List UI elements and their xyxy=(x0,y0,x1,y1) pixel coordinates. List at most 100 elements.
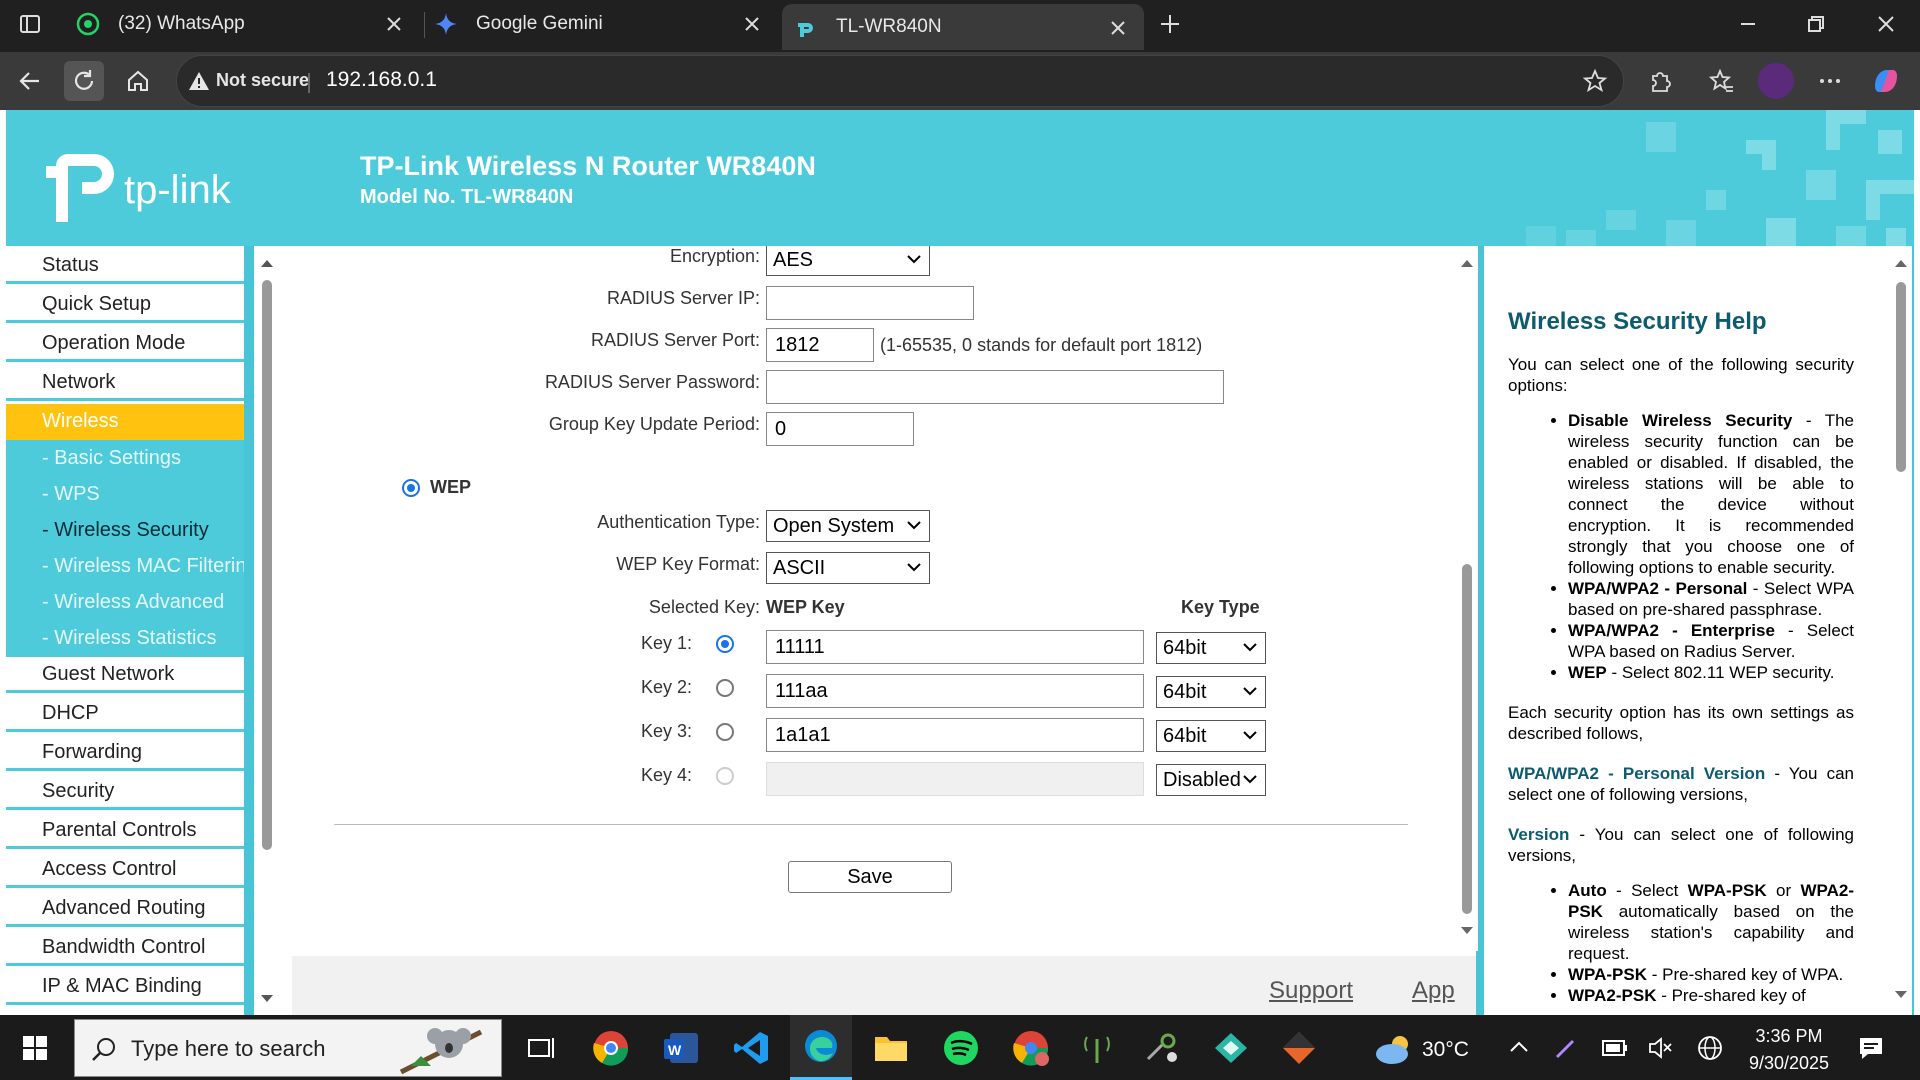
key-3-input[interactable]: 1a1a1 xyxy=(766,718,1144,752)
home-button[interactable] xyxy=(118,61,158,101)
nav-item-operation-mode[interactable]: Operation Mode xyxy=(6,326,244,362)
key-format-select[interactable]: ASCII xyxy=(766,552,930,584)
edge-icon[interactable] xyxy=(790,1015,852,1080)
url-text[interactable]: 192.168.0.1 xyxy=(326,68,437,92)
word-icon[interactable]: W xyxy=(650,1015,712,1080)
scroll-up-arrow-icon[interactable] xyxy=(1460,258,1474,268)
nav-item-status[interactable]: Status xyxy=(6,248,244,284)
restore-button[interactable] xyxy=(1796,4,1836,44)
battery-icon[interactable] xyxy=(1602,1038,1628,1058)
favorite-star-icon[interactable] xyxy=(1575,61,1615,101)
key-4-radio[interactable] xyxy=(716,767,734,785)
more-menu-icon[interactable] xyxy=(1810,61,1850,101)
scrollbar-thumb[interactable] xyxy=(1896,282,1906,472)
copilot-icon[interactable] xyxy=(1866,61,1906,101)
key-2-radio[interactable] xyxy=(716,679,734,697)
chrome-icon[interactable] xyxy=(580,1015,642,1080)
key-1-input[interactable]: 11111 xyxy=(766,630,1144,664)
security-label[interactable]: Not secure xyxy=(216,70,309,91)
wep-radio[interactable] xyxy=(402,479,420,497)
scroll-up-arrow-icon[interactable] xyxy=(260,258,274,268)
help-scrollbar[interactable] xyxy=(1890,246,1912,1015)
profile-avatar[interactable] xyxy=(1758,63,1794,99)
volume-muted-icon[interactable] xyxy=(1648,1036,1674,1060)
encryption-select[interactable]: AES xyxy=(766,246,930,276)
settings-tool-icon[interactable] xyxy=(1132,1015,1194,1080)
radius-port-input[interactable]: 1812 xyxy=(766,328,874,362)
key-3-type-select[interactable]: 64bit xyxy=(1156,720,1266,752)
radius-password-input[interactable] xyxy=(766,370,1224,404)
weather-temp[interactable]: 30°C xyxy=(1422,1038,1469,1062)
warning-icon[interactable] xyxy=(188,70,210,92)
app-orange-icon[interactable] xyxy=(1268,1015,1330,1080)
scroll-up-arrow-icon[interactable] xyxy=(1894,258,1908,268)
tray-chevron-up-icon[interactable] xyxy=(1508,1036,1530,1058)
notification-icon[interactable] xyxy=(1858,1035,1884,1061)
key-4-input[interactable] xyxy=(766,762,1144,796)
clock-time[interactable]: 3:36 PM xyxy=(1744,1026,1834,1047)
key-2-type-select[interactable]: 64bit xyxy=(1156,676,1266,708)
nav-sub-wps[interactable]: - WPS xyxy=(6,476,244,512)
nav-item-network[interactable]: Network xyxy=(6,365,244,401)
nav-item-ip-mac-binding[interactable]: IP & MAC Binding xyxy=(6,969,244,1005)
key-2-input[interactable]: 111aa xyxy=(766,674,1144,708)
nav-item-bandwidth-control[interactable]: Bandwidth Control xyxy=(6,930,244,966)
back-button[interactable] xyxy=(10,61,50,101)
windows-start-icon[interactable] xyxy=(4,1015,66,1080)
radius-ip-input[interactable] xyxy=(766,286,974,320)
nav-item-advanced-routing[interactable]: Advanced Routing xyxy=(6,891,244,927)
new-tab-button[interactable] xyxy=(1150,4,1190,44)
minimize-button[interactable] xyxy=(1728,4,1768,44)
close-tab-icon[interactable] xyxy=(382,12,406,36)
content-scrollbar[interactable] xyxy=(1456,246,1478,951)
nav-item-parental-controls[interactable]: Parental Controls xyxy=(6,813,244,849)
refresh-button[interactable] xyxy=(64,61,104,101)
close-tab-icon[interactable] xyxy=(1106,16,1130,40)
favorites-icon[interactable] xyxy=(1702,61,1742,101)
app-diamond-icon[interactable] xyxy=(1200,1015,1262,1080)
nav-item-quick-setup[interactable]: Quick Setup xyxy=(6,287,244,323)
support-link[interactable]: Support xyxy=(1269,977,1353,1005)
nav-sub-basic-settings[interactable]: - Basic Settings xyxy=(6,440,244,476)
chrome-profile-icon[interactable] xyxy=(1000,1015,1062,1080)
scroll-down-arrow-icon[interactable] xyxy=(260,994,274,1004)
nav-item-dhcp[interactable]: DHCP xyxy=(6,696,244,732)
tab-gemini[interactable]: Google Gemini xyxy=(434,0,778,48)
scrollbar-thumb[interactable] xyxy=(1462,564,1472,914)
nav-item-guest-network[interactable]: Guest Network xyxy=(6,657,244,693)
task-view-icon[interactable] xyxy=(510,1015,572,1080)
key-1-type-select[interactable]: 64bit xyxy=(1156,632,1266,664)
close-window-button[interactable] xyxy=(1866,4,1906,44)
nav-item-access-control[interactable]: Access Control xyxy=(6,852,244,888)
nav-sub-wireless-statistics[interactable]: - Wireless Statistics xyxy=(6,620,244,657)
extensions-icon[interactable] xyxy=(1640,61,1680,101)
app-link[interactable]: App xyxy=(1412,977,1455,1005)
group-key-input[interactable]: 0 xyxy=(766,412,914,446)
nav-sub-wireless-advanced[interactable]: - Wireless Advanced xyxy=(6,584,244,620)
auth-type-select[interactable]: Open System xyxy=(766,510,930,542)
network-tool-icon[interactable] xyxy=(1066,1015,1128,1080)
close-tab-icon[interactable] xyxy=(740,12,764,36)
spotify-icon[interactable] xyxy=(930,1015,992,1080)
tab-tplink[interactable]: TL-WR840N xyxy=(782,4,1144,50)
weather-icon[interactable] xyxy=(1372,1032,1416,1066)
nav-item-security[interactable]: Security xyxy=(6,774,244,810)
scroll-down-arrow-icon[interactable] xyxy=(1894,990,1908,1000)
nav-item-wireless[interactable]: Wireless xyxy=(6,404,244,440)
key-1-radio[interactable] xyxy=(716,635,734,653)
tab-whatsapp[interactable]: (32) WhatsApp xyxy=(76,0,420,48)
nav-sub-wireless-security[interactable]: - Wireless Security xyxy=(6,512,244,548)
vscode-icon[interactable] xyxy=(720,1015,782,1080)
key-4-type-select[interactable]: Disabled xyxy=(1156,764,1266,796)
pen-icon[interactable] xyxy=(1552,1034,1578,1060)
key-3-radio[interactable] xyxy=(716,723,734,741)
tab-actions-icon[interactable] xyxy=(10,4,50,44)
globe-icon[interactable] xyxy=(1697,1035,1723,1061)
scroll-down-arrow-icon[interactable] xyxy=(1460,926,1474,936)
nav-sub-wireless-mac-filtering[interactable]: - Wireless MAC Filtering xyxy=(6,548,244,584)
file-explorer-icon[interactable] xyxy=(860,1015,922,1080)
taskbar-search-box[interactable]: Type here to search xyxy=(74,1019,502,1077)
save-button[interactable]: Save xyxy=(788,861,952,893)
nav-item-forwarding[interactable]: Forwarding xyxy=(6,735,244,771)
clock-date[interactable]: 9/30/2025 xyxy=(1744,1053,1834,1074)
